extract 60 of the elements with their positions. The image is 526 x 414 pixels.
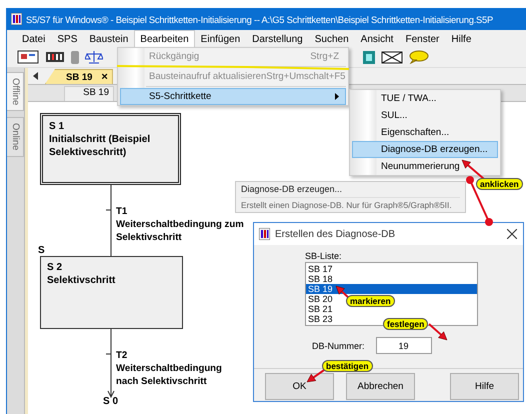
arrow xyxy=(462,160,485,180)
side-tab[interactable]: Online xyxy=(7,117,24,157)
submenu-arrow-icon xyxy=(335,93,339,100)
grid-icon[interactable] xyxy=(363,50,375,64)
annotation-label: festlegen xyxy=(383,318,428,330)
dialog-button[interactable]: OK xyxy=(265,373,334,400)
menu-item[interactable]: Einfügen xyxy=(194,30,246,47)
dialog-button[interactable]: Abbrechen xyxy=(346,373,415,400)
side-tab[interactable]: Offline xyxy=(7,72,24,112)
help-bubble-icon[interactable] xyxy=(409,50,429,64)
menu-item[interactable]: Fenster xyxy=(399,30,446,47)
menu-item[interactable]: Hilfe xyxy=(445,30,478,47)
menu-item[interactable]: Suchen xyxy=(308,30,355,47)
transition-text: Weiterschaltbedingung zum Selektivschritt xyxy=(116,218,245,244)
step-marker: S xyxy=(38,245,45,256)
annotation-label: anklicken xyxy=(476,178,523,190)
scale-icon[interactable] xyxy=(85,50,103,64)
document-tab[interactable]: SB 19 × xyxy=(45,69,113,84)
chip-icon[interactable] xyxy=(45,50,65,64)
dialog-title: Erstellen des Diagnose-DB xyxy=(275,228,396,240)
menu-item[interactable]: TUE / TWA... xyxy=(352,90,498,107)
menu-item[interactable]: Neunummerierung xyxy=(352,158,498,175)
step-text: Initialschritt (Beispiel Selektiveschritt) xyxy=(49,133,152,159)
menu-item[interactable]: Ansicht xyxy=(354,30,400,47)
menu-item[interactable]: Eigenschaften... xyxy=(352,124,498,141)
envelope-icon[interactable] xyxy=(381,50,403,64)
close-tab-button[interactable]: × xyxy=(101,71,108,83)
menu-item[interactable]: Datei xyxy=(16,30,52,47)
block-header: SB 19 xyxy=(64,86,114,101)
menu-item[interactable]: Bearbeiten xyxy=(134,30,195,47)
annotation-label: bestätigen xyxy=(322,360,373,372)
step-name: S 1 xyxy=(49,120,66,133)
transition-name: T1 xyxy=(116,205,128,218)
app-icon xyxy=(259,228,270,240)
dialog-button[interactable]: Hilfe xyxy=(450,373,519,400)
menu-item[interactable]: Darstellung xyxy=(246,30,309,47)
arrow xyxy=(336,286,351,300)
step-name: S 2 xyxy=(47,261,64,274)
field-label: DB-Nummer: xyxy=(312,340,365,350)
menu-item[interactable]: SUL... xyxy=(352,107,498,124)
annotation-label: markieren xyxy=(346,295,395,307)
list-item[interactable]: SB 19 xyxy=(306,284,477,294)
scroll-left-icon[interactable] xyxy=(33,72,39,80)
list-label: SB-Liste: xyxy=(305,251,343,261)
menu-item[interactable]: S5-Schrittkette xyxy=(120,88,346,105)
menu-item[interactable]: SPS xyxy=(51,30,84,47)
step-name: S 0 xyxy=(103,396,118,407)
card-icon[interactable] xyxy=(17,50,39,64)
menu-item[interactable]: Baustein xyxy=(83,30,134,47)
step-text: Selektivschritt xyxy=(47,274,116,287)
menu-item[interactable]: Diagnose-DB erzeugen... xyxy=(352,141,498,158)
tooltip-text: Erstellt einen Diagnose-DB. Nur für Graph®5/Graph®5II. xyxy=(241,199,453,210)
window-title: S5/S7 für Windows® - Beispiel Schrittketten-Initialisierung -- A:\G5 Schrittketten\Beispiel Schrittketten-Initialisierung.S5P xyxy=(26,14,494,24)
close-icon[interactable] xyxy=(507,229,517,239)
transition-text: Weiterschaltbedingung nach Selektivschritt xyxy=(116,362,223,388)
input-field[interactable]: 19 xyxy=(376,337,432,354)
app-icon xyxy=(11,13,22,25)
arrow xyxy=(428,323,448,340)
tooltip-title: Diagnose-DB erzeugen... xyxy=(241,184,460,198)
transition-name: T2 xyxy=(116,349,128,362)
